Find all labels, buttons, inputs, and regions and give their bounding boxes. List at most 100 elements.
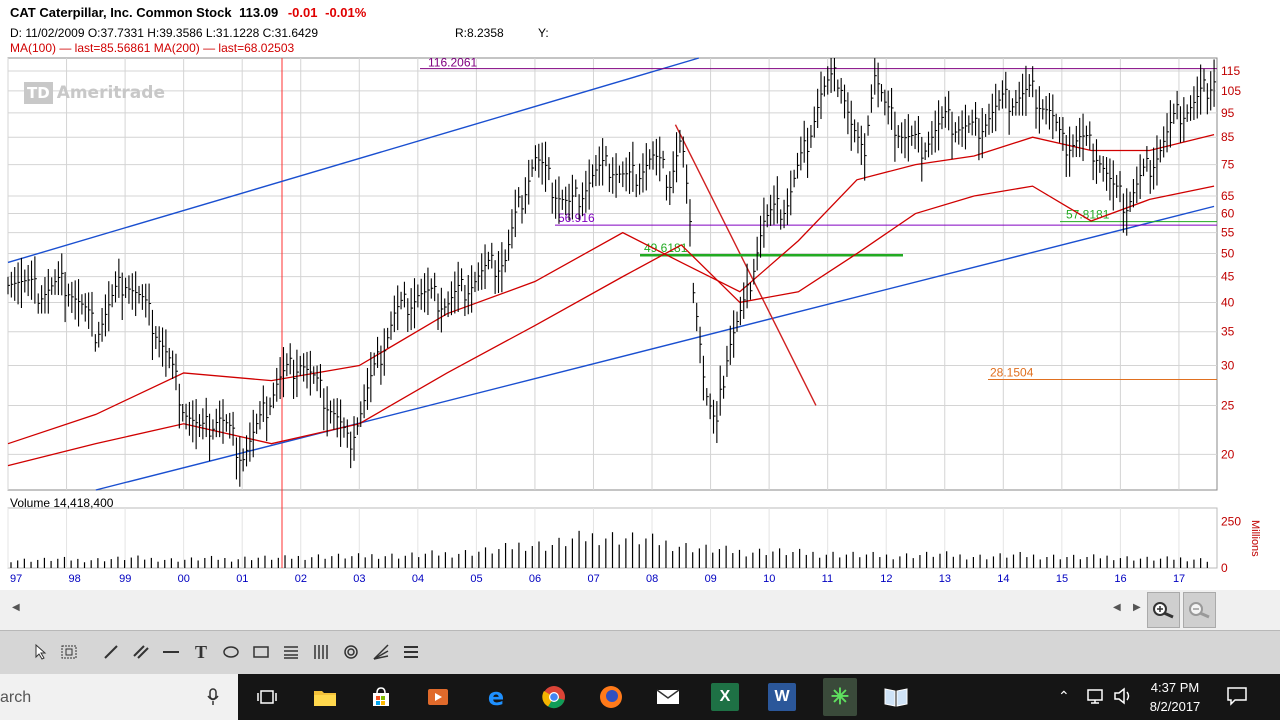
app-window: 115 105 95 85 75 65 60 55 50 45 40 35 30 25 20 97 98 99 00… — [0, 0, 1280, 720]
fibonacci-icon — [284, 646, 298, 659]
file-explorer-icon[interactable] — [311, 683, 339, 711]
fibonacci-tool[interactable] — [278, 639, 304, 665]
parallel-lines-icon — [133, 645, 149, 659]
volume-icon[interactable] — [1113, 687, 1133, 710]
x-tick-label: 10 — [763, 573, 775, 585]
x-tick-label: 11 — [822, 573, 833, 585]
symbol: CAT — [10, 5, 36, 20]
volume-axis-label: 250 — [1221, 514, 1241, 528]
microphone-icon[interactable] — [206, 688, 220, 706]
price-level-label: 116.2061 — [428, 56, 477, 70]
drawing-toolbar: T — [0, 630, 1280, 674]
pencil-icon — [104, 645, 118, 659]
y-tick-label: 75 — [1221, 158, 1235, 172]
taskbar-search[interactable]: arch — [0, 674, 238, 720]
horizontal-line-tool[interactable] — [158, 639, 184, 665]
zoom-in-button[interactable] — [1147, 592, 1180, 628]
volume-label: Volume 14,418,400 — [10, 496, 114, 510]
vertical-lines-icon — [314, 645, 328, 659]
horizontal-line-icon — [163, 651, 179, 653]
scroll-prev-arrow[interactable]: ◀ — [1113, 602, 1121, 613]
speed-lines-tool[interactable] — [368, 639, 394, 665]
moving-average-legend: MA(100) — last=85.56861 MA(200) — last=6… — [10, 41, 295, 55]
y-tick-label: 115 — [1221, 64, 1240, 78]
task-view-icon[interactable] — [253, 683, 281, 711]
y-tick-label: 105 — [1221, 84, 1241, 98]
word-icon[interactable]: W — [768, 683, 796, 711]
chart-area[interactable]: 115 105 95 85 75 65 60 55 50 45 40 35 30 25 20 97 98 99 00… — [0, 0, 1280, 590]
x-tick-label: 12 — [880, 573, 892, 585]
gann-fan-icon — [344, 645, 358, 659]
store-icon[interactable] — [367, 683, 395, 711]
network-icon[interactable] — [1086, 687, 1106, 710]
ellipse-icon — [223, 646, 239, 658]
price-change-pct: -0.01% — [325, 5, 367, 20]
y-tick-label: 20 — [1221, 447, 1235, 461]
ohlc-readout: D: 11/02/2009 O:37.7331 H:39.3586 L:31.1… — [10, 26, 319, 40]
reader-app-icon[interactable] — [882, 683, 910, 711]
windows-taskbar: arch e X W ✳ ⌃ 4:37 PM 8/2/2017 — [0, 674, 1280, 720]
pointer-tool[interactable] — [28, 639, 54, 665]
watermark-brand: Ameritrade — [56, 83, 165, 103]
y-tick-label: 50 — [1221, 247, 1235, 261]
clock-date: 8/2/2017 — [1149, 699, 1201, 714]
gann-fan-tool[interactable] — [338, 639, 364, 665]
zoom-in-icon — [1152, 602, 1174, 619]
text-tool[interactable]: T — [188, 639, 214, 665]
y-tick-label: 40 — [1221, 295, 1235, 309]
scroll-left-arrow[interactable]: ◀ — [12, 602, 20, 613]
zoom-out-button[interactable] — [1183, 592, 1216, 628]
menu-tool[interactable] — [398, 639, 424, 665]
y-tick-label: 55 — [1221, 226, 1235, 240]
ellipse-tool[interactable] — [218, 639, 244, 665]
media-player-icon[interactable] — [424, 683, 452, 711]
rectangle-icon — [253, 646, 269, 658]
y-tick-label: 60 — [1221, 207, 1235, 221]
zoom-out-icon — [1188, 602, 1210, 619]
firefox-icon[interactable] — [597, 683, 625, 711]
y-tick-label: 95 — [1221, 106, 1235, 120]
x-tick-label: 06 — [529, 573, 541, 585]
volume-unit-label: Millions — [1249, 520, 1261, 557]
y-tick-label: 65 — [1221, 189, 1235, 203]
y-tick-label: 85 — [1221, 130, 1235, 144]
x-tick-label: 04 — [412, 573, 424, 585]
x-tick-label: 98 — [69, 573, 81, 585]
x-tick-label: 13 — [939, 573, 951, 585]
parallel-line-tool[interactable] — [128, 639, 154, 665]
company-name: Caterpillar, Inc. Common Stock — [39, 5, 232, 20]
x-tick-label: 17 — [1173, 573, 1185, 585]
clock-time: 4:37 PM — [1150, 680, 1200, 695]
x-tick-label: 97 — [10, 573, 22, 585]
price-level-label: 56.916 — [558, 211, 595, 225]
x-tick-label: 08 — [646, 573, 658, 585]
y-tick-label: 30 — [1221, 358, 1235, 372]
edge-icon[interactable]: e — [482, 683, 510, 711]
thinkorswim-icon[interactable]: ✳ — [823, 678, 857, 716]
pointer-icon — [35, 643, 47, 660]
x-tick-label: 02 — [295, 573, 307, 585]
vertical-lines-tool[interactable] — [308, 639, 334, 665]
rectangle-tool[interactable] — [248, 639, 274, 665]
show-hidden-icons-chevron[interactable]: ⌃ — [1058, 688, 1070, 705]
scroll-next-arrow[interactable]: ▶ — [1133, 602, 1141, 613]
x-tick-label: 05 — [470, 573, 482, 585]
excel-icon[interactable]: X — [711, 683, 739, 711]
speed-lines-icon — [373, 644, 389, 660]
text-icon: T — [194, 641, 207, 662]
zoom-box-tool[interactable] — [56, 639, 82, 665]
taskbar-clock[interactable]: 4:37 PM 8/2/2017 — [1140, 678, 1210, 716]
chrome-icon[interactable] — [540, 683, 568, 711]
price-chart[interactable]: 1151059585756560555045403530252097 98 99 00… — [0, 0, 1280, 590]
ameritrade-watermark: TD Ameritrade — [24, 82, 165, 104]
notifications-icon[interactable] — [1226, 686, 1248, 711]
last-price: 113.09 — [239, 5, 279, 20]
price-level-label: 28.1504 — [990, 365, 1034, 379]
x-tick-label: 00 — [178, 573, 190, 585]
mail-icon[interactable] — [654, 683, 682, 711]
x-tick-label: 15 — [1056, 573, 1068, 585]
x-tick-label: 03 — [353, 573, 365, 585]
chart-title: CAT Caterpillar, Inc. Common Stock 113.0… — [10, 5, 366, 20]
chart-scroll-row: ◀ ◀ ▶ — [0, 590, 1280, 630]
pencil-tool[interactable] — [98, 639, 124, 665]
